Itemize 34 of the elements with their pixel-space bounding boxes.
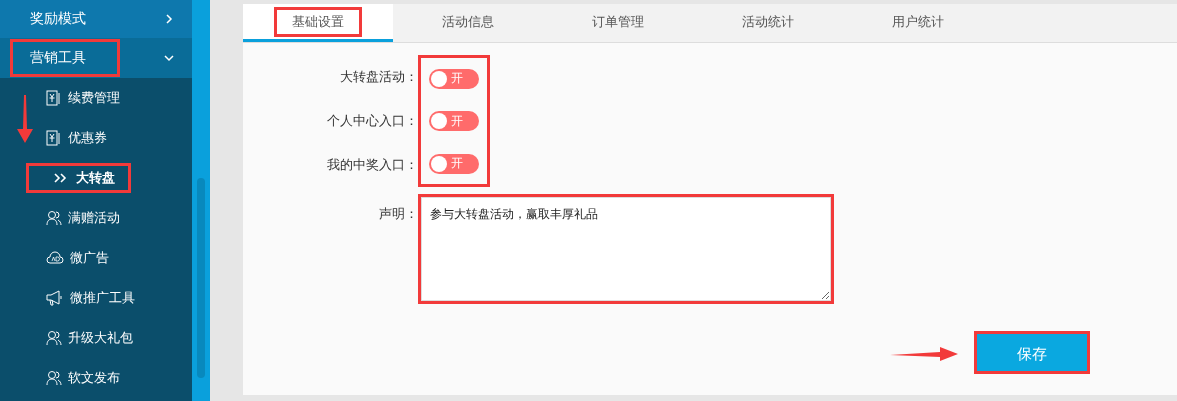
menu-item[interactable]: 奖励模式 <box>0 0 192 38</box>
double-chevron-icon <box>54 173 68 183</box>
user-icon <box>46 370 62 386</box>
submenu-item[interactable]: 升级大礼包 <box>46 329 133 347</box>
menu-item[interactable]: 营销工具 <box>0 38 192 78</box>
megaphone-icon <box>46 290 64 306</box>
annotation-arrow <box>17 95 33 143</box>
submenu-item[interactable]: 续费管理 <box>46 89 120 107</box>
submenu-item[interactable]: 优惠券 <box>46 129 107 147</box>
field-label: 个人中心入口： <box>326 112 418 130</box>
tab[interactable]: 基础设置 <box>243 4 393 42</box>
menu-label: 奖励模式 <box>29 9 87 28</box>
tab[interactable]: 活动统计 <box>693 4 843 42</box>
submenu-item[interactable]: 满赠活动 <box>46 209 120 227</box>
field-label: 声明： <box>378 205 418 223</box>
bill-icon <box>46 130 62 146</box>
tab[interactable]: 用户统计 <box>843 4 993 42</box>
user-icon <box>46 210 62 226</box>
submenu-item[interactable]: 微推广工具 <box>46 289 135 307</box>
menu-label: 营销工具 <box>10 39 120 77</box>
submenu-item[interactable]: 软文发布 <box>46 369 120 387</box>
submenu-item[interactable]: 微广告 <box>46 249 109 267</box>
user-icon <box>46 330 62 346</box>
field-label: 我的中奖入口： <box>326 156 418 174</box>
field-label: 大转盘活动： <box>339 68 418 86</box>
tab[interactable]: 活动信息 <box>393 4 543 42</box>
chevron-right-icon <box>164 14 174 24</box>
ad-cloud-icon <box>46 251 64 265</box>
chevron-down-icon <box>164 53 174 63</box>
tab[interactable]: 订单管理 <box>543 4 693 42</box>
statement-field[interactable]: 参与大转盘活动，赢取丰厚礼品 <box>421 197 831 301</box>
scrollbar[interactable] <box>192 0 210 401</box>
bill-icon <box>46 90 62 106</box>
submenu-item[interactable]: 大转盘 <box>26 163 131 193</box>
